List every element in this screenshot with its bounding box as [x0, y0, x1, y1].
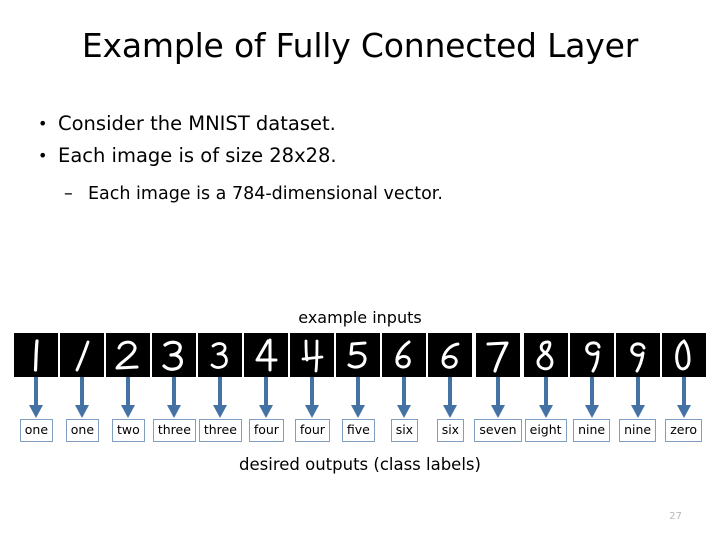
down-arrow-icon: [27, 377, 45, 419]
bullet-list: • Consider the MNIST dataset. • Each ima…: [32, 114, 672, 204]
class-label-box: three: [198, 419, 242, 442]
class-label-box: zero: [665, 419, 702, 442]
digit-column: eight: [523, 333, 568, 442]
down-arrow-icon: [211, 377, 229, 419]
digit-column: nine: [615, 333, 660, 442]
class-label-box: nine: [619, 419, 657, 442]
digit-column: two: [106, 333, 151, 442]
mnist-digit-image-6: [428, 333, 473, 377]
mnist-digit-image-1: [14, 333, 59, 377]
mnist-digit-image-6: [382, 333, 427, 377]
down-arrow-icon: [395, 377, 413, 419]
dash-marker-icon: –: [64, 184, 73, 204]
class-label-box: one: [65, 419, 100, 442]
down-arrow-icon: [537, 377, 555, 419]
class-label-box: six: [436, 419, 465, 442]
mnist-digit-image-3: [152, 333, 197, 377]
mnist-digit-image-9: [569, 333, 614, 377]
digit-column: one: [14, 333, 59, 442]
digit-column: three: [198, 333, 243, 442]
sub-bullet-item-label: Each image is a 784-dimensional vector.: [88, 184, 443, 204]
class-label-box: five: [341, 419, 375, 442]
digit-column: seven: [474, 333, 522, 442]
down-arrow-icon: [583, 377, 601, 419]
class-label-box: four: [248, 419, 284, 442]
class-label-box: four: [294, 419, 330, 442]
down-arrow-icon: [165, 377, 183, 419]
bullet-item: • Consider the MNIST dataset.: [32, 114, 672, 134]
down-arrow-icon: [119, 377, 137, 419]
sub-bullet-item: – Each image is a 784-dimensional vector…: [64, 184, 672, 204]
class-label-box: three: [152, 419, 196, 442]
mnist-digit-image-5: [336, 333, 381, 377]
mnist-digit-image-1: [60, 333, 105, 377]
digit-column: five: [336, 333, 381, 442]
digit-column: four: [290, 333, 335, 442]
mnist-diagram: example inputs one one two three three four fo…: [0, 308, 720, 474]
mnist-digit-image-8: [523, 333, 568, 377]
down-arrow-icon: [629, 377, 647, 419]
down-arrow-icon: [349, 377, 367, 419]
class-label-box: one: [19, 419, 54, 442]
down-arrow-icon: [489, 377, 507, 419]
digit-column: six: [428, 333, 473, 442]
mnist-digit-image-3: [198, 333, 243, 377]
mnist-digit-image-9: [615, 333, 660, 377]
bullet-item-label: Each image is of size 28x28.: [58, 144, 337, 167]
digit-column: three: [152, 333, 197, 442]
digit-column: four: [244, 333, 289, 442]
down-arrow-icon: [441, 377, 459, 419]
down-arrow-icon: [73, 377, 91, 419]
down-arrow-icon: [303, 377, 321, 419]
class-label-box: nine: [573, 419, 611, 442]
mnist-digit-image-7: [476, 333, 520, 377]
bullet-item: • Each image is of size 28x28.: [32, 146, 672, 166]
bullet-marker-icon: •: [38, 114, 48, 133]
mnist-digit-image-0: [661, 333, 706, 377]
digit-column: six: [382, 333, 427, 442]
class-label-box: eight: [524, 419, 567, 442]
digit-column: one: [60, 333, 105, 442]
bullet-item-label: Consider the MNIST dataset.: [58, 112, 336, 135]
mnist-digit-image-2: [106, 333, 151, 377]
digit-columns: one one two three three four four five six six sev…: [0, 333, 720, 442]
class-label-box: seven: [474, 419, 522, 442]
page-title: Example of Fully Connected Layer: [81, 26, 639, 65]
mnist-digit-image-4: [290, 333, 335, 377]
class-label-box: two: [112, 419, 145, 442]
example-inputs-caption: example inputs: [298, 308, 422, 327]
down-arrow-icon: [675, 377, 693, 419]
class-label-box: six: [390, 419, 419, 442]
mnist-digit-image-4: [244, 333, 289, 377]
page-number: 27: [669, 511, 682, 522]
digit-column: zero: [661, 333, 706, 442]
bullet-marker-icon: •: [38, 146, 48, 165]
digit-column: nine: [569, 333, 614, 442]
desired-outputs-caption: desired outputs (class labels): [239, 455, 481, 474]
down-arrow-icon: [257, 377, 275, 419]
